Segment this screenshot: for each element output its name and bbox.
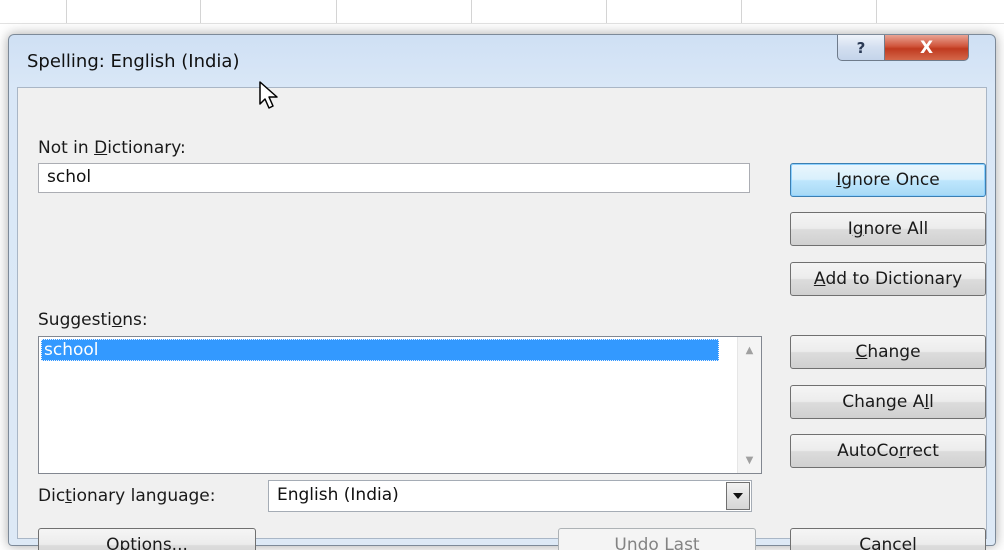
help-button[interactable]: ? <box>837 35 885 61</box>
help-icon: ? <box>856 38 866 57</box>
mouse-pointer-icon <box>259 81 278 109</box>
dictionary-language-label: Dictionary language: <box>38 486 216 506</box>
spelling-dialog: Spelling: English (India) ? X Not in Dic… <box>8 34 996 550</box>
close-icon: X <box>919 37 934 58</box>
dialog-title: Spelling: English (India) <box>27 51 240 72</box>
close-button[interactable]: X <box>885 35 969 61</box>
dictionary-language-value: English (India) <box>277 485 399 505</box>
not-in-dictionary-label: Not in Dictionary: <box>38 138 186 158</box>
ignore-once-button[interactable]: Ignore Once <box>790 163 986 197</box>
options-button[interactable]: Options... <box>38 528 256 550</box>
misspelled-word: schol <box>47 167 92 187</box>
chevron-down-icon[interactable] <box>726 482 750 510</box>
grid-line <box>471 0 472 24</box>
suggestions-list[interactable]: school ▲ ▼ <box>38 336 762 474</box>
grid-line <box>0 23 1004 24</box>
grid-line <box>66 0 67 24</box>
change-all-button[interactable]: Change All <box>790 385 986 419</box>
grid-line <box>876 0 877 24</box>
scroll-down-icon[interactable]: ▼ <box>738 449 761 471</box>
suggestions-label: Suggestions: <box>38 310 148 330</box>
not-in-dictionary-field[interactable]: schol <box>38 163 750 193</box>
autocorrect-button[interactable]: AutoCo r rect <box>790 434 986 468</box>
cancel-button[interactable]: Cancel <box>790 528 986 550</box>
dialog-body: Not in Dictionary: schol Suggestions: sc… <box>17 87 987 550</box>
list-item[interactable]: school <box>41 339 719 361</box>
suggestions-scrollbar[interactable]: ▲ ▼ <box>737 337 761 473</box>
grid-line <box>741 0 742 24</box>
grid-line <box>606 0 607 24</box>
spreadsheet-background <box>0 0 1004 24</box>
change-button[interactable]: Change <box>790 335 986 369</box>
undo-last-button[interactable]: Undo Last <box>558 528 756 550</box>
title-bar[interactable]: Spelling: English (India) ? X <box>9 35 995 87</box>
ignore-all-button[interactable]: Ig nore All <box>790 212 986 246</box>
dictionary-language-select[interactable]: English (India) <box>268 480 752 512</box>
add-to-dictionary-button[interactable]: Add to Dictionary <box>790 262 986 296</box>
scroll-up-icon[interactable]: ▲ <box>738 339 761 361</box>
grid-line <box>200 0 201 24</box>
focus-rectangle <box>41 339 719 361</box>
grid-line <box>336 0 337 24</box>
title-bar-buttons: ? X <box>837 35 969 61</box>
